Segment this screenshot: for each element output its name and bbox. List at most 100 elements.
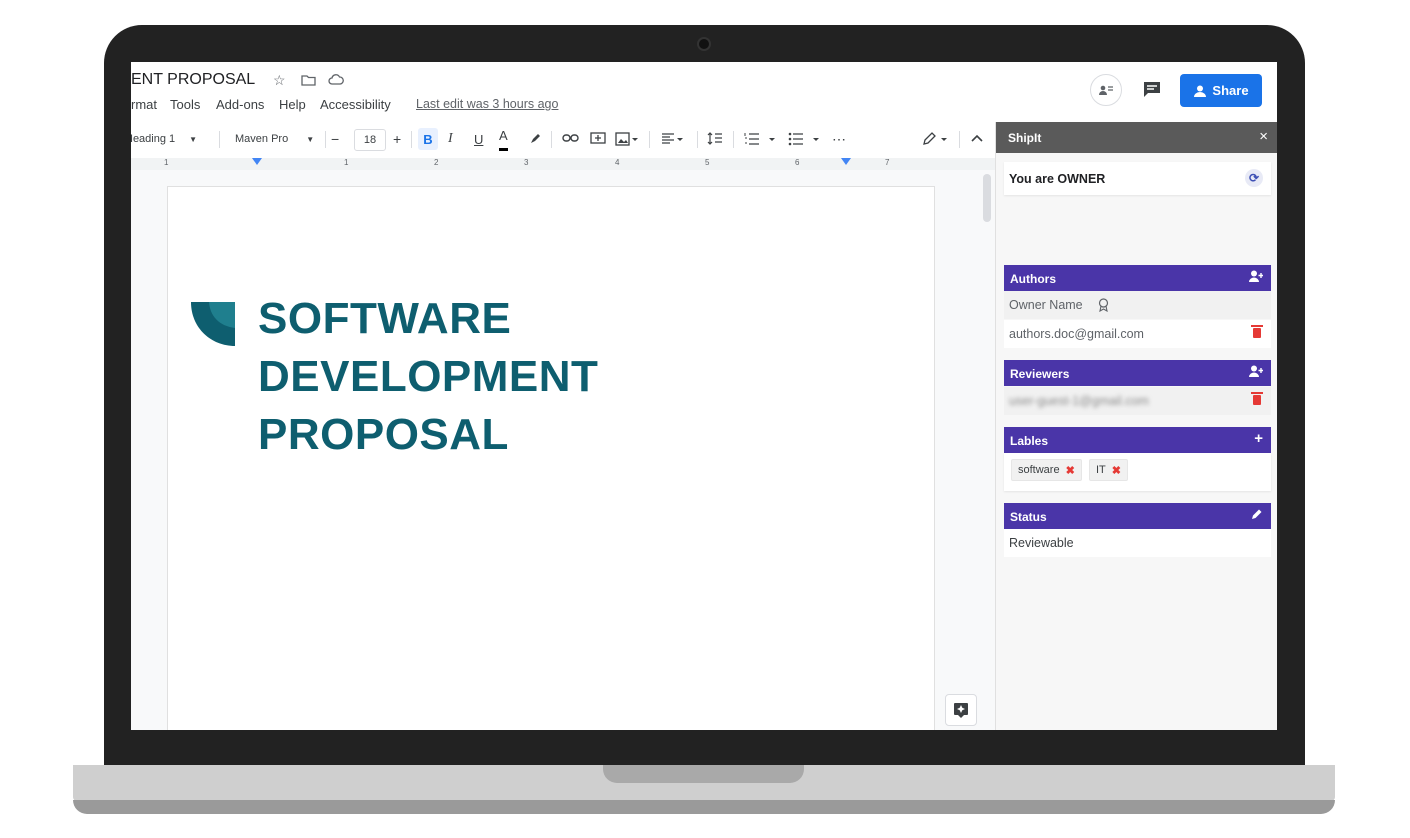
- labels-title: Lables: [1010, 434, 1049, 448]
- labels-header: Lables +: [1004, 427, 1271, 453]
- toolbar: Heading 1 ▼ Maven Pro ▼ − 18 + B I U A: [131, 122, 995, 156]
- left-indent-marker[interactable]: [252, 158, 262, 165]
- label-text: IT: [1096, 464, 1106, 476]
- document-heading[interactable]: SOFTWARE DEVELOPMENT PROPOSAL: [258, 290, 598, 464]
- meet-icon: [1099, 85, 1113, 95]
- owner-status: You are OWNER: [1009, 172, 1106, 186]
- decrease-font-size-button[interactable]: −: [331, 122, 339, 156]
- laptop-notch: [603, 765, 804, 783]
- edit-icon[interactable]: [1251, 508, 1263, 520]
- owner-card: You are OWNER ⟳: [1004, 162, 1271, 195]
- logo-icon: [191, 302, 235, 346]
- highlight-icon[interactable]: [529, 132, 542, 145]
- move-folder-icon[interactable]: [301, 74, 316, 86]
- labels-card: software ✖ IT ✖: [1004, 453, 1271, 491]
- ruler-number: 4: [615, 158, 620, 167]
- sidebar-title: ShipIt: [1008, 131, 1042, 145]
- remove-icon[interactable]: ✖: [1112, 464, 1121, 477]
- ruler-number: 5: [705, 158, 710, 167]
- editing-mode-icon[interactable]: [922, 132, 950, 146]
- camera-icon: [697, 37, 711, 51]
- status-value: Reviewable: [1009, 536, 1074, 550]
- reviewers-header: Reviewers: [1004, 360, 1271, 386]
- author-email: authors.doc@gmail.com: [1009, 327, 1144, 341]
- ruler-number: 2: [434, 158, 439, 167]
- trash-icon[interactable]: [1251, 392, 1263, 405]
- author-email-row: authors.doc@gmail.com: [1004, 320, 1271, 348]
- underline-button[interactable]: U: [474, 122, 483, 156]
- refresh-icon[interactable]: ⟳: [1245, 169, 1263, 187]
- dropdown-icon: ▼: [306, 134, 315, 144]
- status-row: Reviewable: [1004, 529, 1271, 557]
- ruler-number: 7: [885, 158, 890, 167]
- text-color-button[interactable]: A: [499, 122, 508, 151]
- last-edit-link[interactable]: Last edit was 3 hours ago: [416, 97, 558, 111]
- explore-icon: [954, 703, 968, 718]
- insert-comment-icon[interactable]: [590, 132, 606, 146]
- trash-icon[interactable]: [1251, 325, 1263, 338]
- reviewers-title: Reviewers: [1010, 367, 1070, 381]
- label-chip-software[interactable]: software ✖: [1011, 459, 1082, 481]
- right-indent-marker[interactable]: [841, 158, 851, 165]
- menu-tools[interactable]: Tools: [170, 97, 200, 112]
- ruler-number: 3: [524, 158, 529, 167]
- laptop-base-bottom: [73, 800, 1335, 814]
- font-size-input[interactable]: 18: [354, 129, 386, 151]
- document-title[interactable]: ENT PROPOSAL: [131, 71, 255, 89]
- document-scrollbar[interactable]: [983, 174, 991, 222]
- meet-button[interactable]: [1090, 74, 1122, 106]
- menu-help[interactable]: Help: [279, 97, 306, 112]
- remove-icon[interactable]: ✖: [1066, 464, 1075, 477]
- label-text: software: [1018, 464, 1060, 476]
- share-label: Share: [1212, 83, 1249, 98]
- dropdown-icon: ▼: [189, 134, 198, 144]
- star-icon[interactable]: ☆: [273, 72, 286, 89]
- italic-button[interactable]: I: [448, 122, 453, 156]
- add-person-icon[interactable]: [1249, 365, 1263, 377]
- person-icon: [1194, 85, 1207, 97]
- style-select[interactable]: Heading 1 ▼: [131, 122, 211, 156]
- font-value: Maven Pro: [235, 133, 289, 145]
- add-icon[interactable]: +: [1254, 430, 1263, 447]
- style-value: Heading 1: [131, 133, 176, 145]
- reviewer-email: user-guest-1@gmail.com: [1009, 394, 1149, 408]
- comment-icon[interactable]: [1142, 80, 1162, 98]
- menu-addons[interactable]: Add-ons: [216, 97, 264, 112]
- align-left-icon[interactable]: [661, 132, 685, 146]
- explore-button[interactable]: [945, 694, 977, 726]
- status-title: Status: [1010, 510, 1047, 524]
- add-person-icon[interactable]: [1249, 270, 1263, 282]
- menu-accessibility[interactable]: Accessibility: [320, 97, 391, 112]
- authors-title: Authors: [1010, 272, 1056, 286]
- insert-image-icon[interactable]: [615, 132, 639, 146]
- screen: ENT PROPOSAL ☆ rmat Tools Add-ons Help A…: [131, 62, 1277, 730]
- increase-font-size-button[interactable]: +: [393, 122, 401, 156]
- share-button[interactable]: Share: [1180, 74, 1262, 107]
- link-icon[interactable]: [562, 133, 579, 143]
- sidebar-header: ShipIt ×: [996, 122, 1277, 153]
- authors-header: Authors: [1004, 265, 1271, 291]
- bold-button[interactable]: B: [418, 128, 438, 150]
- badge-icon: [1098, 298, 1109, 312]
- owner-name: Owner Name: [1009, 298, 1083, 312]
- ruler-number: 1: [344, 158, 349, 167]
- ruler-number: 1: [164, 158, 169, 167]
- bulleted-list-icon[interactable]: [788, 132, 822, 146]
- shipit-sidebar: ShipIt × You are OWNER ⟳ Authors Owner N…: [995, 122, 1277, 730]
- ruler-number: 6: [795, 158, 800, 167]
- more-options-button[interactable]: ⋯: [832, 122, 846, 156]
- line-spacing-icon[interactable]: [707, 131, 723, 146]
- label-chip-it[interactable]: IT ✖: [1089, 459, 1128, 481]
- menu-format[interactable]: rmat: [131, 97, 157, 112]
- chevron-up-icon[interactable]: [971, 134, 983, 143]
- cloud-status-icon[interactable]: [328, 74, 344, 86]
- numbered-list-icon[interactable]: [744, 132, 778, 146]
- heading-line: PROPOSAL: [258, 410, 509, 459]
- heading-line: SOFTWARE: [258, 294, 512, 343]
- status-header: Status: [1004, 503, 1271, 529]
- close-icon[interactable]: ×: [1259, 128, 1268, 145]
- reviewer-row: user-guest-1@gmail.com: [1004, 387, 1271, 415]
- author-owner-row: Owner Name: [1004, 291, 1271, 319]
- font-select[interactable]: Maven Pro ▼: [235, 122, 319, 156]
- heading-line: DEVELOPMENT: [258, 352, 599, 401]
